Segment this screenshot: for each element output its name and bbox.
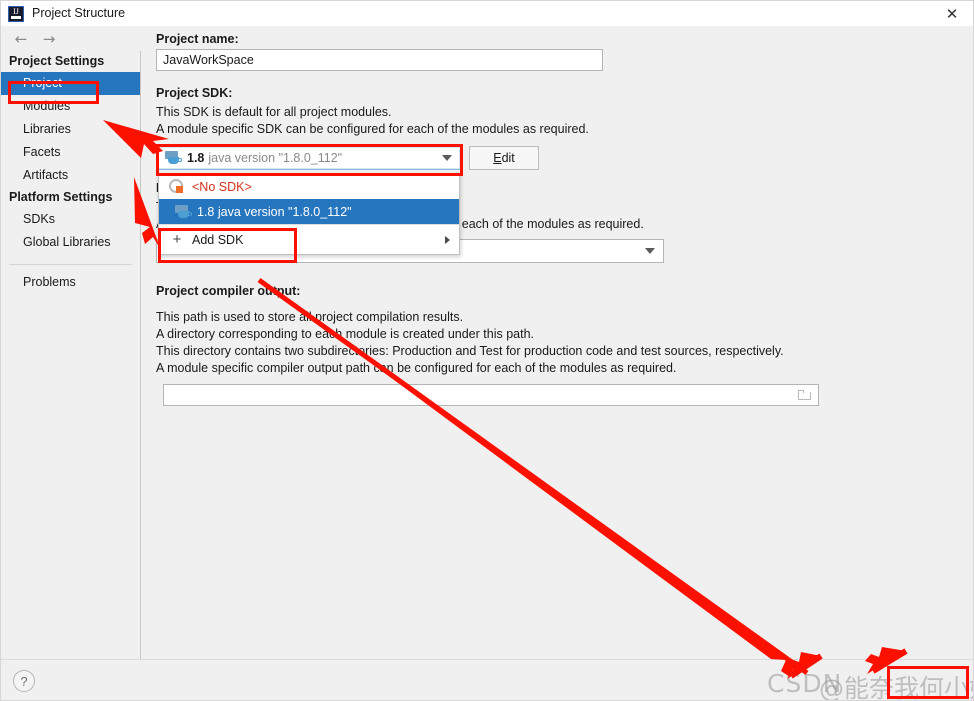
- sdk-option-no-sdk-label: <No SDK>: [192, 179, 252, 194]
- java-sdk-icon: [175, 204, 192, 219]
- sdk-option-no-sdk[interactable]: <No SDK>: [159, 174, 459, 199]
- compiler-output-desc-line2: A directory corresponding to each module…: [156, 327, 534, 341]
- sdk-option-java-18[interactable]: 1.8 java version "1.8.0_112": [159, 199, 459, 224]
- forward-icon[interactable]: →: [35, 29, 63, 49]
- dialog-footer: ? OK Cancel Apply: [1, 659, 973, 700]
- no-sdk-icon: [169, 179, 185, 194]
- project-sdk-desc-line2: A module specific SDK can be configured …: [156, 122, 589, 136]
- chevron-down-icon[interactable]: [645, 248, 655, 254]
- compiler-output-desc-line3: This directory contains two subdirectori…: [156, 344, 784, 358]
- sdk-option-java-18-label: 1.8 java version "1.8.0_112": [197, 204, 352, 219]
- navigation-strip: ← →: [1, 26, 141, 51]
- sidebar-item-libraries[interactable]: Libraries: [1, 118, 140, 141]
- intellij-idea-icon: IJ: [8, 5, 24, 22]
- sidebar-group-platform-settings: Platform Settings: [9, 190, 113, 204]
- plus-icon: +: [172, 230, 182, 248]
- sidebar-item-problems[interactable]: Problems: [1, 271, 140, 294]
- sdk-option-add-sdk[interactable]: + Add SDK: [159, 225, 459, 254]
- window-title: Project Structure: [32, 6, 126, 20]
- project-settings-panel: Project name: JavaWorkSpace Project SDK:…: [142, 26, 973, 659]
- sdk-dropdown-popup: <No SDK> 1.8 java version "1.8.0_112" + …: [158, 173, 460, 255]
- sidebar-item-artifacts[interactable]: Artifacts: [1, 164, 140, 187]
- back-icon[interactable]: ←: [7, 29, 35, 49]
- help-button[interactable]: ?: [13, 670, 35, 692]
- sidebar-item-modules[interactable]: Modules: [1, 95, 140, 118]
- sidebar-group-project-settings: Project Settings: [9, 54, 105, 68]
- project-structure-dialog: IJ Project Structure ✕ ← → Project Setti…: [0, 0, 974, 701]
- project-sdk-desc-line1: This SDK is default for all project modu…: [156, 105, 392, 119]
- settings-sidebar: Project Settings Project Modules Librari…: [1, 51, 141, 659]
- sidebar-item-project[interactable]: Project: [1, 72, 140, 95]
- edit-sdk-button[interactable]: Edit: [469, 146, 539, 170]
- compiler-output-desc-line1: This path is used to store all project c…: [156, 310, 464, 324]
- project-sdk-combobox[interactable]: 1.8 java version "1.8.0_112": [156, 146, 461, 170]
- compiler-output-label: Project compiler output:: [156, 284, 301, 298]
- java-sdk-icon: [165, 151, 182, 165]
- sdk-option-add-sdk-label: Add SDK: [192, 232, 244, 247]
- sidebar-divider: [9, 264, 132, 265]
- edit-sdk-button-label: Edit: [493, 151, 515, 165]
- chevron-down-icon[interactable]: [442, 155, 452, 161]
- project-name-input[interactable]: JavaWorkSpace: [156, 49, 603, 71]
- chevron-right-icon[interactable]: [445, 235, 450, 244]
- sidebar-item-sdks[interactable]: SDKs: [1, 208, 140, 231]
- project-name-label: Project name:: [156, 32, 239, 46]
- compiler-output-path-input[interactable]: [163, 384, 819, 406]
- sidebar-item-facets[interactable]: Facets: [1, 141, 140, 164]
- project-sdk-version: 1.8: [187, 151, 205, 165]
- project-sdk-label: Project SDK:: [156, 86, 233, 100]
- compiler-output-desc-line4: A module specific compiler output path c…: [156, 361, 677, 375]
- close-icon[interactable]: ✕: [929, 1, 973, 26]
- sidebar-item-global-libraries[interactable]: Global Libraries: [1, 231, 140, 254]
- project-sdk-version-desc: java version "1.8.0_112": [208, 151, 343, 165]
- folder-icon[interactable]: [798, 389, 812, 401]
- title-bar: IJ Project Structure ✕: [1, 1, 973, 26]
